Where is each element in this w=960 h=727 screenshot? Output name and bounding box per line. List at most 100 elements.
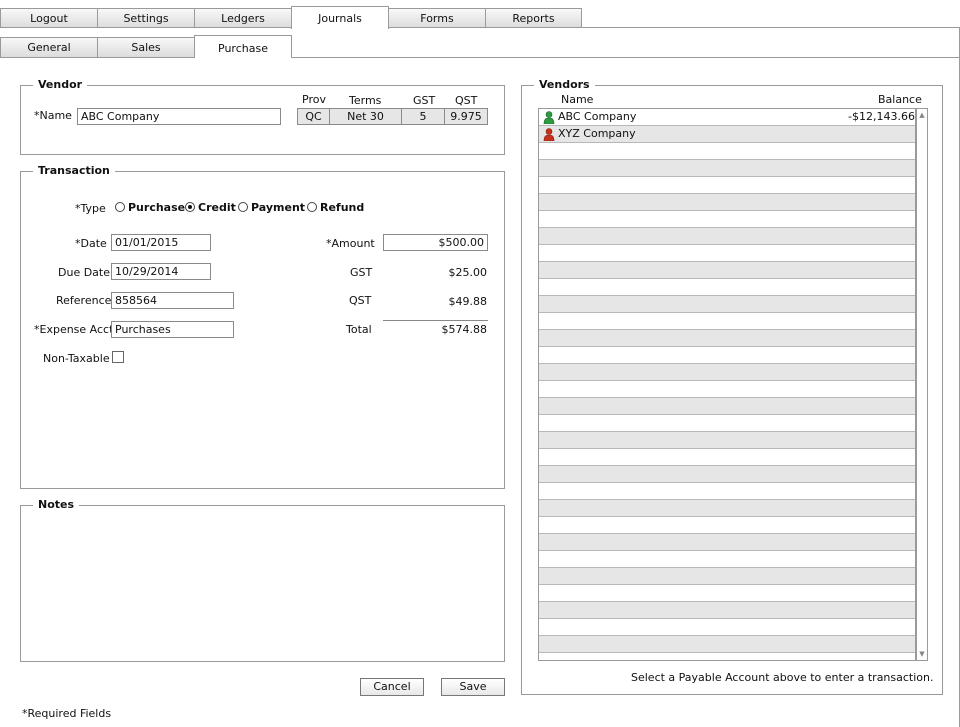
type-purchase-radio[interactable] [115,202,125,212]
vendor-empty-row [539,194,915,211]
type-credit-radio[interactable] [185,202,195,212]
vendor-empty-row [539,432,915,449]
due-date-input[interactable]: 10/29/2014 [111,263,211,280]
gst-value: $25.00 [448,266,488,279]
vendor-empty-row [539,364,915,381]
subtab-purchase[interactable]: Purchase [194,35,292,58]
vendors-col-balance: Balance [878,93,922,106]
type-payment-radio[interactable] [238,202,248,212]
notes-textarea[interactable]: Notes [20,498,505,662]
scroll-down-icon[interactable]: ▼ [917,648,927,660]
gst-header: GST [413,94,436,107]
vendor-empty-row [539,636,915,653]
qst-header: QST [455,94,478,107]
vendors-legend: Vendors [534,78,595,91]
qst-label: QST [349,294,372,307]
notes-legend: Notes [33,498,80,511]
tab-label: Ledgers [221,12,265,25]
type-payment-label: Payment [251,201,306,214]
tab-divider [0,27,960,28]
vendor-row-xyz[interactable]: XYZ Company [539,126,915,143]
tab-reports[interactable]: Reports [485,8,582,28]
type-refund-label: Refund [320,201,365,214]
tab-settings[interactable]: Settings [97,8,195,28]
person-icon [543,128,555,141]
vendor-empty-row [539,534,915,551]
terms-value: Net 30 [329,108,402,125]
total-divider [383,320,488,321]
required-fields-note: *Required Fields [22,707,112,720]
non-taxable-label: Non-Taxable [43,352,110,365]
subtab-label: General [27,41,71,54]
vendors-col-name: Name [561,93,594,106]
vendor-empty-row [539,483,915,500]
vendor-empty-row [539,330,915,347]
vendor-empty-row [539,619,915,636]
vendor-empty-row [539,585,915,602]
vendor-empty-row [539,296,915,313]
qst-value: $49.88 [448,295,488,308]
transaction-legend: Transaction [33,164,115,177]
vendor-empty-row [539,177,915,194]
vendor-empty-row [539,313,915,330]
type-refund-radio[interactable] [307,202,317,212]
tab-label: Logout [30,12,68,25]
tab-label: Settings [123,12,169,25]
main-tab-bar: Logout Settings Ledgers Journals Forms R… [0,0,960,29]
vendor-empty-row [539,466,915,483]
non-taxable-checkbox[interactable] [112,351,124,363]
vendor-row-name: ABC Company [558,110,637,123]
vendor-empty-row [539,653,915,660]
reference-label: Reference [56,294,112,307]
tab-label: Journals [318,12,362,25]
type-purchase-label: Purchase [128,201,186,214]
tab-journals[interactable]: Journals [291,6,389,29]
vendor-empty-row [539,347,915,364]
qst-rate-value: 9.975 [444,108,488,125]
tab-label: Forms [420,12,454,25]
reference-input[interactable]: 858564 [111,292,234,309]
vendor-empty-row [539,398,915,415]
cancel-button[interactable]: Cancel [360,678,424,696]
terms-header: Terms [349,94,382,107]
vendor-empty-row [539,211,915,228]
vendor-empty-row [539,228,915,245]
person-icon [543,111,555,124]
vendor-row-balance: -$12,143.66 [848,110,915,123]
vendor-empty-row [539,160,915,177]
amount-label: *Amount [326,237,375,250]
vendor-name-label: *Name [34,109,72,122]
scroll-up-icon[interactable]: ▲ [917,109,927,121]
date-label: *Date [75,237,107,250]
subtab-label: Sales [131,41,161,54]
tab-logout[interactable]: Logout [0,8,98,28]
save-button[interactable]: Save [441,678,505,696]
vendor-empty-row [539,551,915,568]
vendor-row-abc[interactable]: ABC Company -$12,143.66 [539,109,915,126]
vendors-hint: Select a Payable Account above to enter … [631,671,934,684]
vendor-list-scrollbar[interactable]: ▲ ▼ [916,108,928,661]
vendor-empty-row [539,143,915,160]
gst-label: GST [350,266,373,279]
vendor-empty-row [539,602,915,619]
date-input[interactable]: 01/01/2015 [111,234,211,251]
expense-acct-input[interactable]: Purchases [111,321,234,338]
tab-label: Reports [512,12,555,25]
vendor-empty-row [539,279,915,296]
vendor-empty-row [539,449,915,466]
gst-rate-value: 5 [401,108,445,125]
vendor-name-input[interactable]: ABC Company [77,108,281,125]
vendor-list: ABC Company -$12,143.66 XYZ Company [538,108,916,661]
prov-header: Prov [302,93,326,106]
vendor-legend: Vendor [33,78,88,91]
vendor-row-name: XYZ Company [558,127,636,140]
vendor-empty-row [539,245,915,262]
subtab-sales[interactable]: Sales [97,37,195,57]
subtab-general[interactable]: General [0,37,98,57]
amount-input[interactable]: $500.00 [383,234,488,251]
tab-ledgers[interactable]: Ledgers [194,8,292,28]
prov-value: QC [297,108,330,125]
vendor-empty-row [539,381,915,398]
vendor-empty-row [539,262,915,279]
tab-forms[interactable]: Forms [388,8,486,28]
